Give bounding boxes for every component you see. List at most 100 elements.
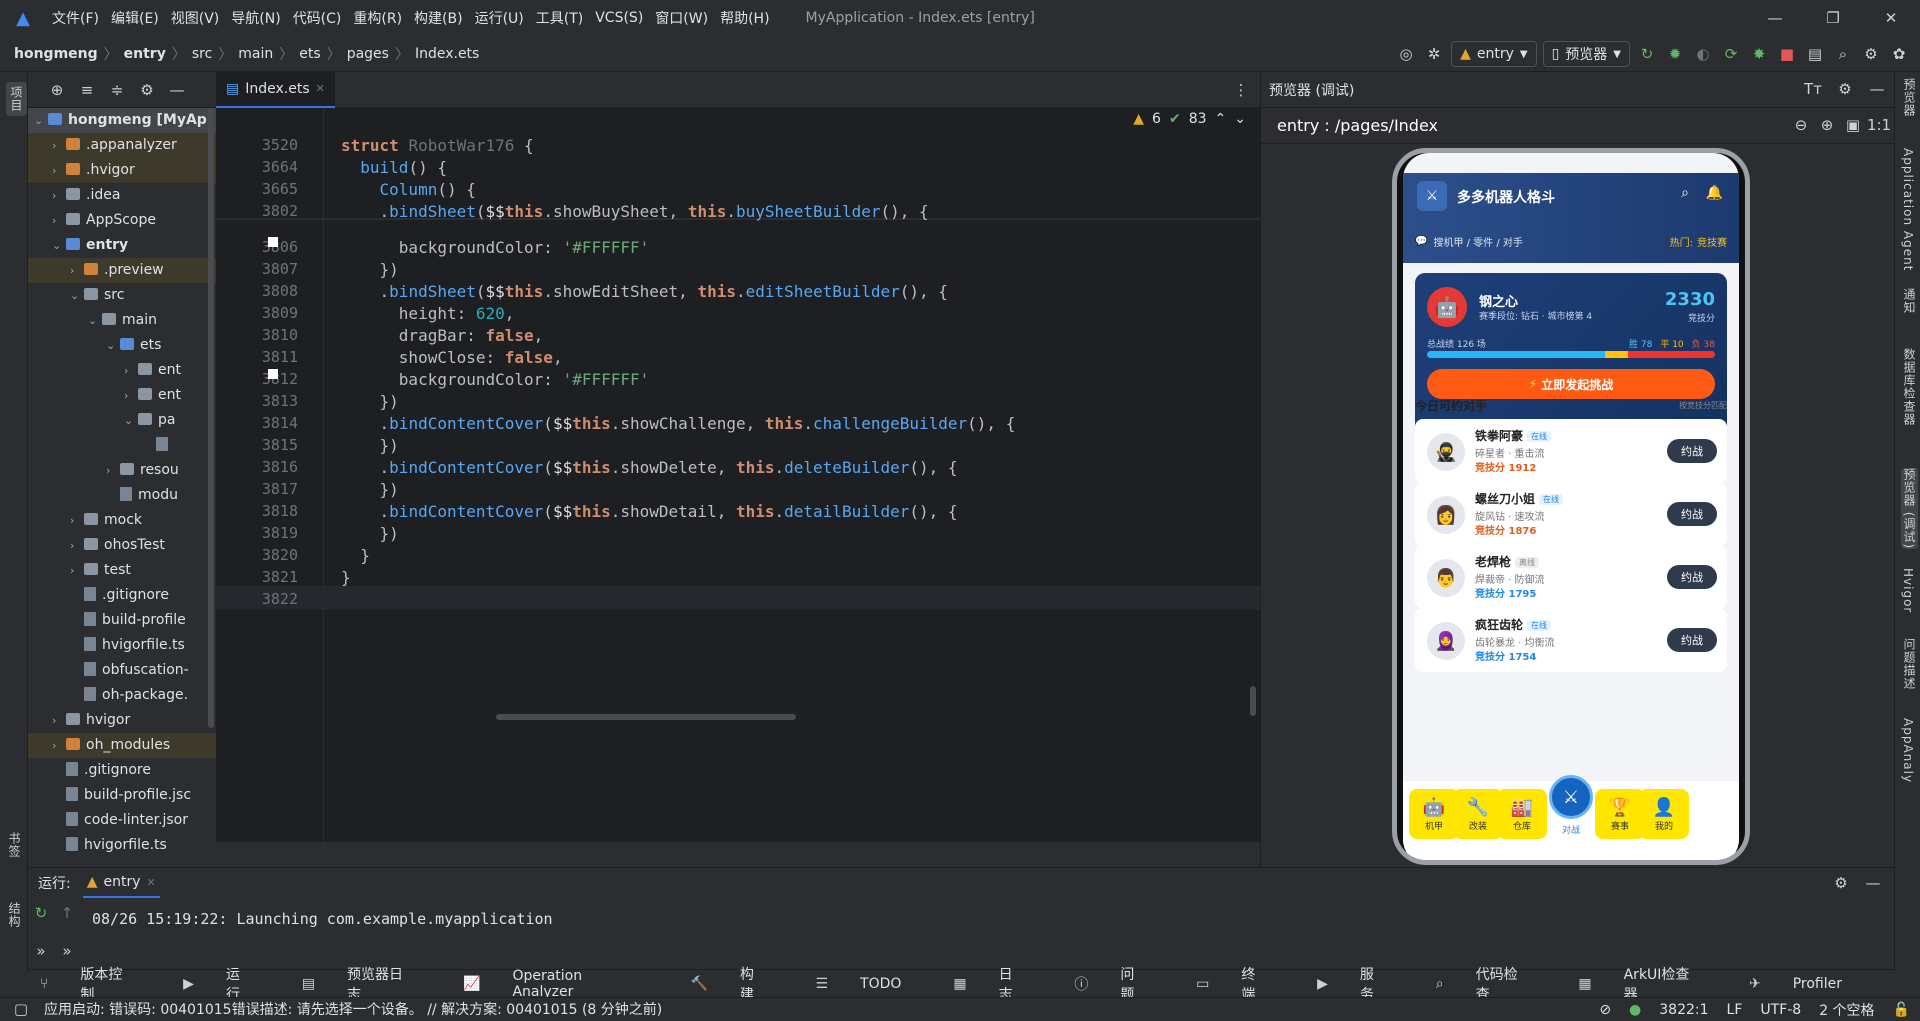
lock-icon[interactable]: 🔓 [1893,1002,1910,1018]
breadcrumb-item[interactable]: ets [299,46,320,62]
indent[interactable]: 2 个空格 [1819,1000,1874,1020]
code-line[interactable]: .bindContentCover($$this.showDetail, thi… [341,502,958,521]
actual-size-icon[interactable]: 1:1 [1867,114,1891,136]
breadcrumb-item[interactable]: entry [124,46,166,62]
run-config-select[interactable]: ▲ entry ▼ [1451,41,1537,67]
maximize-icon[interactable]: ❐ [1804,7,1862,29]
right-tool-tab[interactable]: 数据库检查器 [1901,348,1918,426]
status-message[interactable]: 应用启动: 错误码: 00401015错误描述: 请先选择一个设备。 // 解决… [44,999,662,1019]
chevron-right-icon[interactable]: › [106,458,120,483]
right-tool-tab[interactable]: AppAnaly [1901,718,1915,783]
chevron-right-icon[interactable]: › [52,133,66,158]
locate-icon[interactable]: ⊕ [46,79,68,101]
menu-item[interactable]: 代码(C) [293,8,342,28]
caret-position[interactable]: 3822:1 [1659,1002,1708,1018]
chevron-down-icon[interactable]: ⌄ [124,408,138,433]
search-bar[interactable]: 💬 搜机甲 / 零件 / 对手 热门: 竞技赛 [1415,229,1727,253]
close-icon[interactable]: ✕ [1862,7,1920,29]
bottom-tool-button[interactable]: ✈ Profiler [1749,976,1868,992]
tree-item[interactable]: › oh_modules [28,733,216,758]
tree-item[interactable]: › test [28,558,216,583]
chevron-right-icon[interactable]: › [124,358,138,383]
chevron-right-icon[interactable]: › [70,558,84,583]
chevron-right-icon[interactable]: › [52,158,66,183]
tree-item[interactable]: build-profile.jsc [28,783,216,808]
phone-screen[interactable]: ⚔ 多多机器人格斗 ⌕ 🔔 💬 搜机甲 / 零件 / 对手 热门: 竞技赛 🤖 钢… [1403,153,1739,860]
nav-item[interactable]: 🔧 改装 [1453,789,1503,839]
tree-item[interactable]: › mock [28,508,216,533]
menu-item[interactable]: 文件(F) [52,8,99,28]
chevron-up-icon[interactable]: ⌃ [1215,111,1227,127]
nav-item[interactable]: 🏆 赛事 [1595,789,1645,839]
code-line[interactable]: Column() { [341,180,476,199]
invite-button[interactable]: 约战 [1667,628,1717,652]
tree-item[interactable]: › .preview [28,258,216,283]
gear-icon[interactable]: ⚙ [1834,78,1856,100]
profile-icon[interactable]: ◐ [1692,43,1714,65]
tree-item[interactable]: ⌄ entry [28,233,216,258]
hide-icon[interactable]: — [1862,872,1884,894]
chevron-down-icon[interactable]: ⌄ [1234,111,1246,127]
code-line[interactable]: struct RobotWar176 { [341,136,534,155]
menu-item[interactable]: 构建(B) [414,8,463,28]
tree-item[interactable]: › AppScope [28,208,216,233]
nav-item[interactable]: 👤 我的 [1639,789,1689,839]
chevron-down-icon[interactable]: ⌄ [70,283,84,308]
opponent-card[interactable]: 🧕 疯狂齿轮 在线 齿轮暴龙 · 均衡流 竞技分 1754 约战 [1415,608,1727,672]
panel-toggle-icon[interactable]: ▢ [10,998,32,1020]
inspection-widget[interactable]: ▲ 6 ✔ 83 ⌃ ⌄ [1133,108,1246,130]
chevron-right-icon[interactable]: › [70,508,84,533]
code-line[interactable]: }) [341,392,399,411]
tree-item[interactable]: ⌄ hongmeng [MyAp [28,108,216,133]
code-line[interactable]: showClose: false, [341,348,563,367]
logo-icon[interactable]: ✿ [1888,43,1910,65]
menu-item[interactable]: 编辑(E) [111,8,159,28]
tree-item[interactable]: code-linter.jsor [28,808,216,833]
rerun-icon[interactable]: ↻ [30,902,52,924]
bottom-tool-button[interactable]: 📈 Operation Analyzer [463,968,664,1000]
opponent-card[interactable]: 👩 螺丝刀小姐 在线 旋风钻 · 速攻流 竞技分 1876 约战 [1415,482,1727,546]
line-separator[interactable]: LF [1727,1002,1743,1018]
project-tool-tab[interactable]: 项目 [6,82,27,116]
breadcrumb-item[interactable]: src [192,46,212,62]
power-save-icon[interactable]: ⊘ [1599,1002,1611,1018]
more-tabs-icon[interactable]: ⋮ [1230,79,1252,101]
hide-icon[interactable]: — [1866,78,1888,100]
tree-item[interactable]: .gitignore [28,758,216,783]
code-line[interactable]: } [341,568,351,587]
code-line[interactable]: height: 620, [341,304,515,323]
right-tool-tab[interactable]: 预览器 (调试) [1901,468,1918,550]
tree-item[interactable]: ⌄ pa [28,408,216,433]
bug-icon[interactable]: ✲ [1423,43,1445,65]
menu-item[interactable]: 视图(V) [171,8,220,28]
chevron-right-icon[interactable]: › [52,183,66,208]
zoom-out-icon[interactable]: ⊖ [1790,114,1812,136]
menu-item[interactable]: 运行(U) [475,8,524,28]
chevron-right-icon[interactable]: › [70,533,84,558]
opponent-card[interactable]: 🥷 铁拳阿豪 在线 碎星者 · 重击流 竞技分 1912 约战 [1415,419,1727,483]
code-line[interactable]: dragBar: false, [341,326,544,345]
hide-icon[interactable]: — [166,79,188,101]
chevron-down-icon[interactable]: ⌄ [106,333,120,358]
zoom-in-icon[interactable]: ⊕ [1816,114,1838,136]
fit-screen-icon[interactable]: ▣ [1842,114,1864,136]
breadcrumb-item[interactable]: main [238,46,273,62]
invite-button[interactable]: 约战 [1667,439,1717,463]
chevron-down-icon[interactable]: ⌄ [88,308,102,333]
debug-icon[interactable]: ✹ [1664,43,1686,65]
file-encoding[interactable]: UTF-8 [1760,1002,1801,1018]
chevron-right-icon[interactable]: › [52,733,66,758]
nav-item[interactable]: 🏭 仓库 [1497,789,1547,839]
code-line[interactable]: .bindSheet($$this.showBuySheet, this.buy… [341,202,929,221]
invite-button[interactable]: 约战 [1667,502,1717,526]
expand-all-icon[interactable]: ≡ [76,79,98,101]
device-manager-icon[interactable]: ▤ [1804,43,1826,65]
minimize-icon[interactable]: — [1746,7,1804,29]
text-size-icon[interactable]: Tт [1802,78,1824,100]
tree-item[interactable]: .gitignore [28,583,216,608]
rerun-icon[interactable]: ↻ [1636,43,1658,65]
tree-item[interactable]: › ent [28,358,216,383]
right-tool-tab[interactable]: 通知 [1901,288,1918,314]
run-tab-entry[interactable]: ▲ entry ✕ [82,868,160,898]
code-line[interactable]: .bindContentCover($$this.showChallenge, … [341,414,1016,433]
